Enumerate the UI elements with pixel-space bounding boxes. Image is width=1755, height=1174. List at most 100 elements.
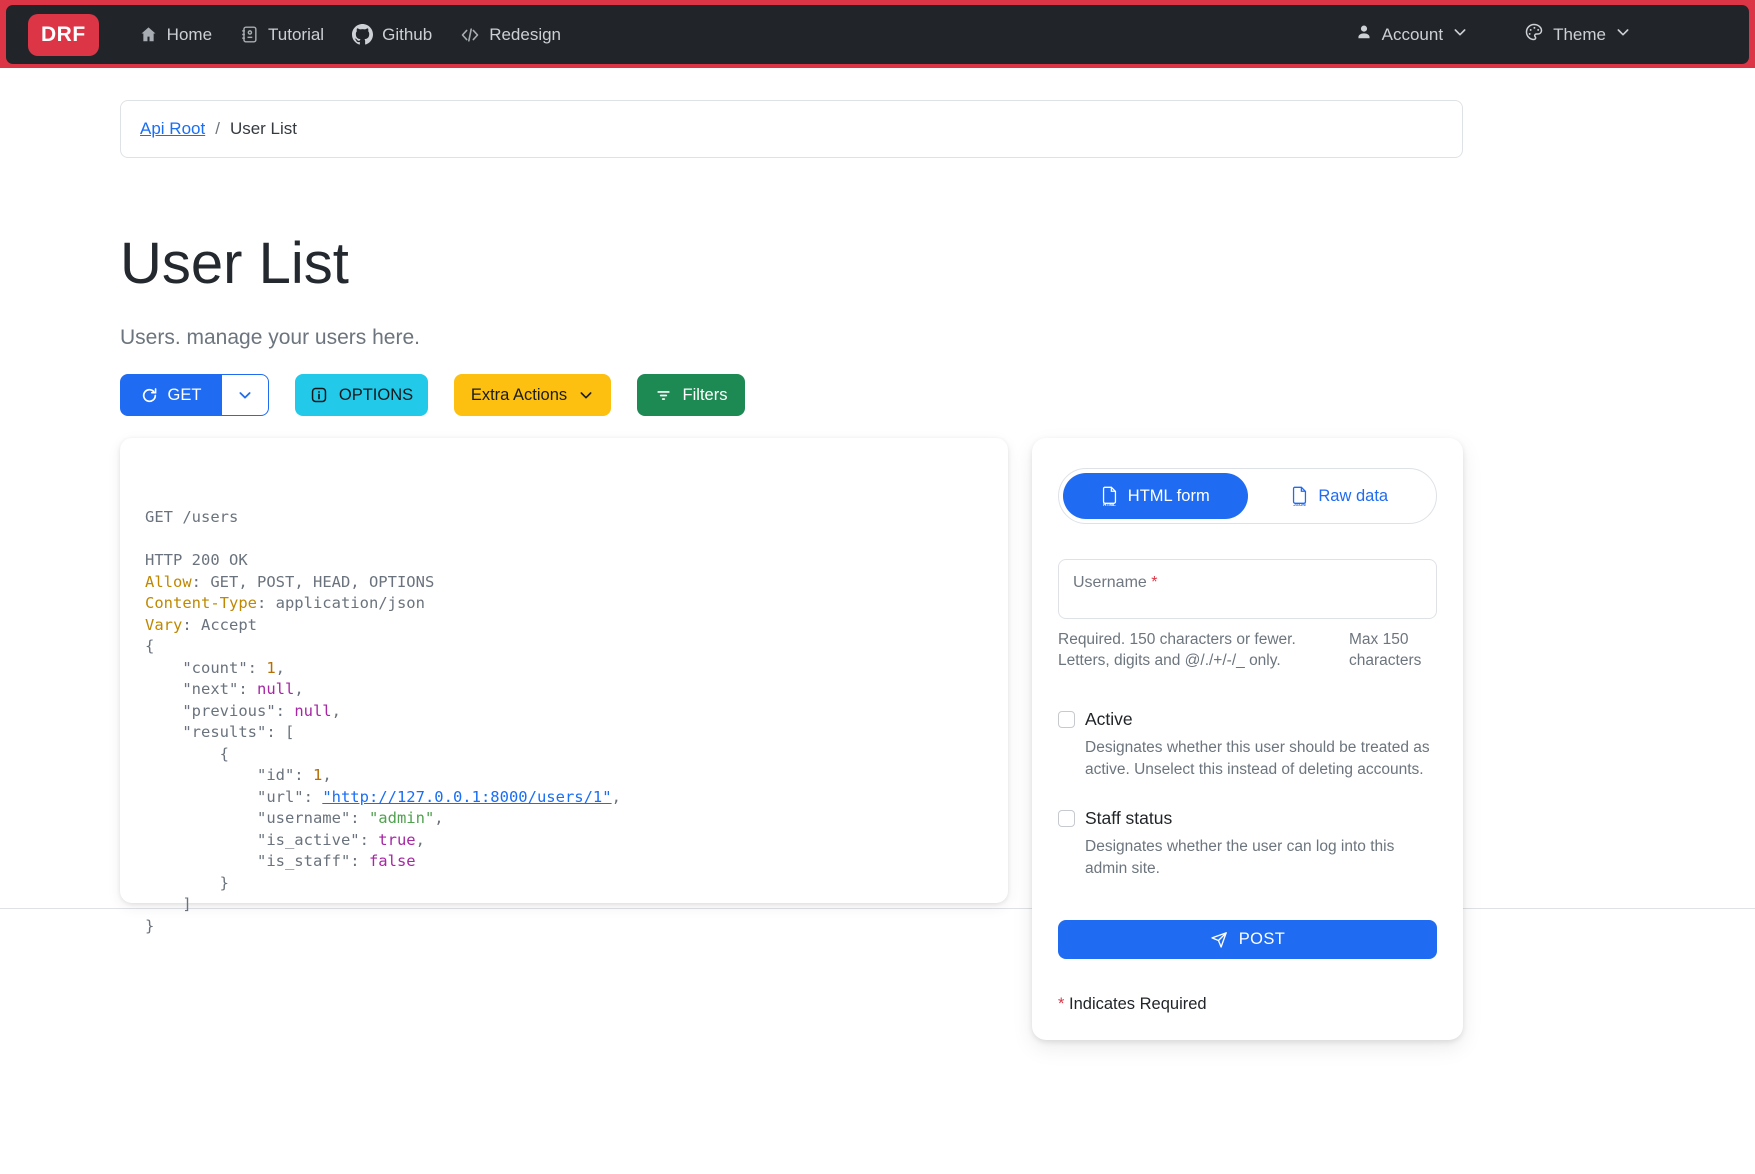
content-row: GET /users HTTP 200 OK Allow: GET, POST, … bbox=[120, 438, 1755, 1040]
code-line: "username": "admin", bbox=[145, 808, 983, 830]
staff-status-checkbox[interactable] bbox=[1058, 810, 1075, 827]
refresh-icon bbox=[141, 387, 158, 404]
code-line: { bbox=[145, 744, 983, 766]
chevron-down-icon bbox=[237, 387, 253, 403]
code-token: GET /users bbox=[145, 508, 238, 526]
svg-text:JSON: JSON bbox=[1294, 502, 1306, 507]
tab-html-form-label: HTML form bbox=[1128, 487, 1210, 506]
nav-item-redesign[interactable]: Redesign bbox=[460, 25, 561, 45]
code-token: } bbox=[145, 917, 154, 935]
post-button[interactable]: POST bbox=[1058, 920, 1437, 959]
breadcrumb: Api Root / User List bbox=[120, 100, 1463, 158]
code-line: "is_staff": false bbox=[145, 851, 983, 873]
chevron-down-icon bbox=[1615, 24, 1631, 45]
get-button-label: GET bbox=[168, 386, 202, 405]
nav-item-tutorial[interactable]: Tutorial bbox=[240, 25, 324, 45]
username-label: Username * bbox=[1073, 574, 1158, 591]
send-icon bbox=[1210, 931, 1228, 949]
form-panel: HTML HTML form JSON Raw data Username * … bbox=[1032, 438, 1463, 1040]
account-menu[interactable]: Account bbox=[1355, 23, 1468, 46]
filters-button[interactable]: Filters bbox=[637, 374, 745, 416]
code-line: "previous": null, bbox=[145, 701, 983, 723]
code-line: Vary: Accept bbox=[145, 615, 983, 637]
code-token: "results": [ bbox=[145, 723, 294, 741]
svg-text:HTML: HTML bbox=[1103, 502, 1116, 507]
staff-status-label: Staff status bbox=[1085, 808, 1172, 829]
response-url-link[interactable]: "http://127.0.0.1:8000/users/1" bbox=[322, 788, 611, 806]
tab-html-form[interactable]: HTML HTML form bbox=[1063, 473, 1248, 519]
code-line: GET /users bbox=[145, 507, 983, 529]
username-input[interactable]: Username * bbox=[1058, 559, 1437, 619]
active-field: Active Designates whether this user shou… bbox=[1058, 709, 1437, 780]
theme-menu[interactable]: Theme bbox=[1524, 22, 1631, 47]
code-token: , bbox=[276, 659, 285, 677]
username-max-note: Max 150 characters bbox=[1349, 629, 1437, 671]
code-token: : GET, POST, HEAD, OPTIONS bbox=[192, 573, 435, 591]
get-button[interactable]: GET bbox=[120, 374, 222, 416]
staff-status-field: Staff status Designates whether the user… bbox=[1058, 808, 1437, 879]
code-token: null bbox=[257, 680, 294, 698]
breadcrumb-api-root-link[interactable]: Api Root bbox=[140, 119, 205, 139]
code-line bbox=[145, 529, 983, 551]
navbar: DRF Home Tutorial Github bbox=[0, 0, 1755, 68]
post-button-label: POST bbox=[1239, 930, 1286, 949]
code-line: } bbox=[145, 916, 983, 938]
code-token: "is_active": bbox=[145, 831, 378, 849]
get-dropdown-toggle[interactable] bbox=[221, 374, 269, 416]
code-token: 1 bbox=[313, 766, 322, 784]
code-token: null bbox=[294, 702, 331, 720]
code-token: ] bbox=[145, 895, 192, 913]
theme-label: Theme bbox=[1553, 25, 1606, 45]
github-icon bbox=[352, 24, 373, 45]
code-token: } bbox=[145, 874, 229, 892]
code-token: false bbox=[369, 852, 416, 870]
active-help-text: Designates whether this user should be t… bbox=[1085, 737, 1437, 780]
code-line: "url": "http://127.0.0.1:8000/users/1", bbox=[145, 787, 983, 809]
page-subtitle: Users. manage your users here. bbox=[120, 326, 1755, 350]
code-line: Content-Type: application/json bbox=[145, 593, 983, 615]
filter-icon bbox=[655, 387, 672, 404]
code-line: "id": 1, bbox=[145, 765, 983, 787]
html-file-icon: HTML bbox=[1101, 486, 1118, 507]
options-button[interactable]: OPTIONS bbox=[295, 374, 428, 416]
code-token: HTTP 200 OK bbox=[145, 551, 248, 569]
code-token: { bbox=[145, 637, 154, 655]
code-token: "is_staff": bbox=[145, 852, 369, 870]
form-tabs: HTML HTML form JSON Raw data bbox=[1058, 468, 1437, 524]
options-button-label: OPTIONS bbox=[339, 386, 413, 405]
tab-raw-data[interactable]: JSON Raw data bbox=[1248, 473, 1433, 519]
breadcrumb-separator: / bbox=[215, 119, 220, 139]
chevron-down-icon bbox=[578, 387, 594, 403]
toolbar: GET OPTIONS Extra Actions Filters bbox=[120, 374, 1755, 416]
code-token: "previous": bbox=[145, 702, 294, 720]
breadcrumb-current: User List bbox=[230, 119, 297, 139]
code-token: "next": bbox=[145, 680, 257, 698]
code-token: , bbox=[416, 831, 425, 849]
nav-item-github[interactable]: Github bbox=[352, 24, 432, 45]
code-line: "results": [ bbox=[145, 722, 983, 744]
username-help-row: Required. 150 characters or fewer. Lette… bbox=[1058, 629, 1437, 671]
code-line: "count": 1, bbox=[145, 658, 983, 680]
code-token: Vary bbox=[145, 616, 182, 634]
extra-actions-button[interactable]: Extra Actions bbox=[454, 374, 611, 416]
code-token: "id": bbox=[145, 766, 313, 784]
json-file-icon: JSON bbox=[1291, 486, 1308, 507]
home-icon bbox=[139, 25, 158, 44]
account-label: Account bbox=[1382, 25, 1443, 45]
code-token: "count": bbox=[145, 659, 266, 677]
code-token: , bbox=[322, 766, 331, 784]
code-token: { bbox=[145, 745, 229, 763]
drf-logo[interactable]: DRF bbox=[28, 14, 99, 56]
person-icon bbox=[1355, 23, 1373, 46]
code-token: , bbox=[294, 680, 303, 698]
nav-item-home[interactable]: Home bbox=[139, 25, 212, 45]
navbar-inner: DRF Home Tutorial Github bbox=[6, 5, 1749, 64]
active-checkbox[interactable] bbox=[1058, 711, 1075, 728]
response-code: GET /users HTTP 200 OK Allow: GET, POST, … bbox=[145, 507, 983, 937]
required-asterisk: * bbox=[1151, 574, 1157, 591]
code-slash-icon bbox=[460, 25, 480, 45]
page-title: User List bbox=[120, 232, 1755, 296]
nav-item-label: Github bbox=[382, 25, 432, 45]
palette-icon bbox=[1524, 22, 1544, 47]
code-line: Allow: GET, POST, HEAD, OPTIONS bbox=[145, 572, 983, 594]
